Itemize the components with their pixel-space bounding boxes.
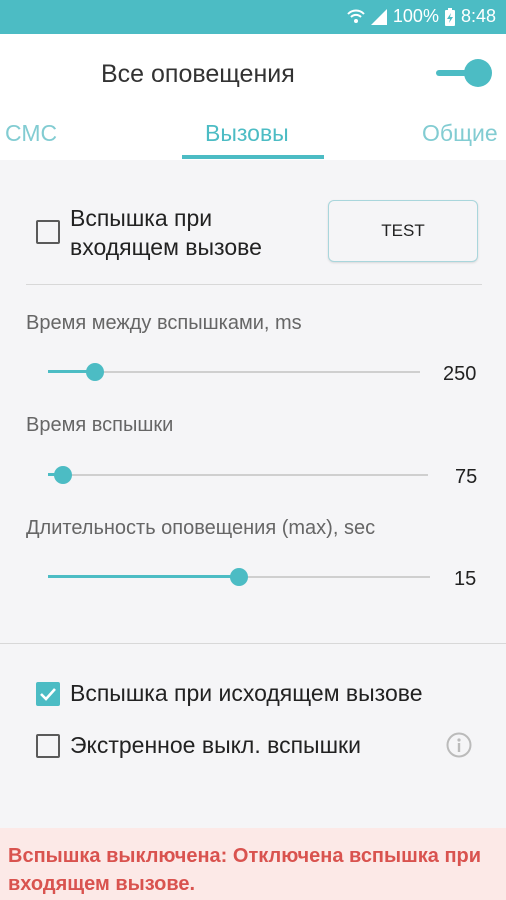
wifi-icon [347,9,365,25]
page-title: Все оповещения [101,60,295,88]
slider-rail [48,474,428,476]
alert-length-label: Длительность оповещения (max), sec [26,517,376,539]
test-button[interactable]: TEST [328,200,478,262]
incoming-flash-label-line2: входящем вызове [70,234,262,260]
signal-icon [370,8,387,25]
alert-length-value: 15 [454,568,477,590]
outgoing-flash-label: Вспышка при исходящем вызове [70,680,423,706]
divider [26,284,482,285]
slider-thumb[interactable] [85,363,104,381]
slider-fill [48,575,239,578]
tab-sms[interactable]: СМС [5,120,57,147]
incoming-flash-label: Вспышка при входящем вызове [70,204,262,262]
status-bar: 100% 8:48 [0,0,506,34]
interval-slider[interactable] [48,360,420,384]
tab-calls[interactable]: Вызовы [205,120,289,147]
info-icon[interactable] [446,732,472,758]
warning-text: Вспышка выключена: Отключена вспышка при… [8,845,482,895]
toggle-knob [464,59,492,87]
slider-rail [48,371,420,373]
emergency-off-label: Экстренное выкл. вспышки [70,732,361,758]
section-divider [0,643,506,644]
alert-length-slider[interactable] [48,565,430,589]
battery-percent: 100% [392,6,439,26]
duration-slider[interactable] [48,463,428,487]
tab-general[interactable]: Общие [422,120,498,147]
interval-value: 250 [443,363,477,385]
active-tab-indicator [182,155,324,159]
outgoing-flash-checkbox[interactable] [36,682,60,706]
master-toggle[interactable] [436,59,492,87]
header: Все оповещения СМС Вызовы Общие [0,34,506,160]
battery-charging-icon [444,7,455,26]
check-icon [40,688,56,701]
slider-thumb[interactable] [230,568,248,586]
clock: 8:48 [460,6,496,26]
slider-thumb[interactable] [54,466,73,484]
interval-label: Время между вспышками, ms [26,312,302,334]
emergency-off-checkbox[interactable] [36,734,60,758]
duration-value: 75 [455,466,478,488]
incoming-flash-checkbox[interactable] [36,220,60,244]
incoming-flash-label-line1: Вспышка при [70,205,213,231]
duration-label: Время вспышки [26,414,174,436]
warning-banner: Вспышка выключена: Отключена вспышка при… [0,828,506,900]
